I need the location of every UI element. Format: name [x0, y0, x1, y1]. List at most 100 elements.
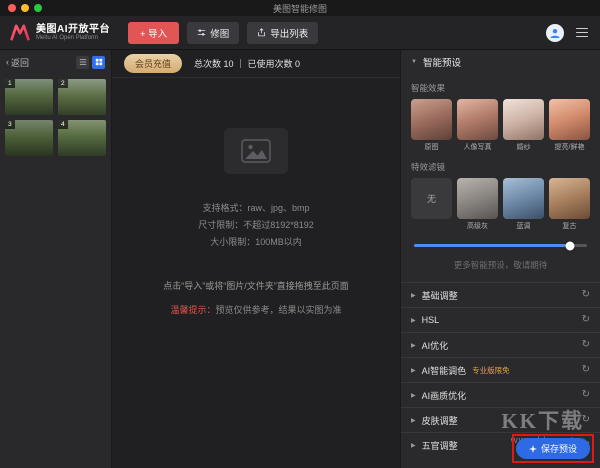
grid-view-icon — [95, 58, 102, 66]
section-label: HSL — [421, 315, 440, 325]
photo-thumbnail-4[interactable]: 4 — [58, 120, 106, 156]
edit-button-label: 修图 — [210, 28, 230, 40]
zoom-window-button[interactable] — [34, 4, 42, 12]
reset-icon[interactable]: ↻ — [582, 340, 590, 350]
right-panel: ▼ 智能预设 智能效果 原图 人像写真 婚纱 提亮/鲜艳 特效滤镜 无 高级灰 … — [400, 50, 600, 468]
more-presets-text: 更多智能预设，敬请期待 — [453, 260, 548, 270]
filter-advanced-gray-thumb — [457, 178, 498, 219]
reset-icon[interactable]: ↻ — [582, 415, 590, 425]
effect-wedding[interactable]: 婚纱 — [503, 99, 544, 152]
grid-view-toggle[interactable] — [92, 55, 105, 69]
preset-body: 智能效果 原图 人像写真 婚纱 提亮/鲜艳 特效滤镜 无 高级灰 蓝调 复古 更… — [401, 74, 600, 282]
effect-portrait[interactable]: 人像写真 — [457, 99, 498, 152]
save-preset-label: 保存预设 — [540, 444, 577, 454]
logo-title: 美图AI开放平台 — [36, 23, 110, 35]
user-avatar[interactable] — [546, 23, 564, 42]
section-skin-adjust[interactable]: ▶ 皮肤调整 ↻ — [401, 407, 600, 432]
list-view-toggle[interactable] — [76, 55, 89, 69]
back-label: 返回 — [11, 57, 30, 68]
section-smart-preset[interactable]: ▼ 智能预设 — [401, 50, 600, 74]
view-toggles — [76, 55, 105, 69]
filters-row: 无 高级灰 蓝调 复古 — [411, 178, 590, 231]
section-label: 五官调整 — [421, 440, 458, 451]
import-button[interactable]: + 导入 — [128, 21, 180, 44]
filter-retro[interactable]: 复古 — [549, 178, 590, 231]
effect-portrait-thumb — [457, 99, 498, 140]
titlebar: 美图智能修图 — [0, 0, 600, 16]
tip-text: 预览仅供参考，结果以实图为准 — [215, 305, 342, 315]
section-ai-quality[interactable]: ▶ AI画质优化 ↻ — [401, 382, 600, 407]
section-label: AI智能调色 — [421, 365, 467, 376]
filter-advanced-gray[interactable]: 高级灰 — [457, 178, 498, 231]
export-list-button[interactable]: 导出列表 — [247, 21, 319, 44]
section-label: AI优化 — [421, 340, 449, 351]
export-icon — [258, 28, 266, 37]
filter-blue-tone[interactable]: 蓝调 — [503, 178, 544, 231]
close-window-button[interactable] — [8, 4, 16, 12]
section-label: AI画质优化 — [421, 390, 467, 401]
drop-hint: 点击“导入”或将“图片/文件夹”直接拖拽至此页面 — [163, 281, 349, 291]
thumbnail-number: 3 — [5, 120, 15, 129]
effect-original[interactable]: 原图 — [411, 99, 452, 152]
thumbnail-number: 4 — [58, 120, 68, 129]
effect-brighten-thumb — [549, 99, 590, 140]
reset-icon[interactable]: ↻ — [582, 290, 590, 300]
member-recharge-button[interactable]: 会员充值 — [124, 54, 183, 73]
reset-icon[interactable]: ↻ — [582, 390, 590, 400]
photo-thumbnail-3[interactable]: 3 — [5, 120, 53, 156]
chevron-down-icon: ▼ — [411, 59, 417, 65]
spec-lines: 支持格式：raw、jpg、bmp 尺寸限制：不超过8192*8192 大小限制：… — [198, 200, 314, 251]
smart-effects-row: 原图 人像写真 婚纱 提亮/鲜艳 — [411, 99, 590, 152]
back-button[interactable]: ‹ 返回 — [6, 56, 29, 69]
effect-label: 人像写真 — [463, 144, 492, 151]
effect-brighten[interactable]: 提亮/鲜艳 — [549, 99, 590, 152]
effect-label: 婚纱 — [516, 144, 531, 151]
filter-label: 复古 — [562, 223, 577, 230]
photo-thumbnail-1[interactable]: 1 — [5, 79, 53, 115]
edit-sliders-icon — [197, 29, 206, 36]
filter-label: 蓝调 — [516, 223, 531, 230]
section-ai-optimize[interactable]: ▶ AI优化 ↻ — [401, 332, 600, 357]
section-label: 基础调整 — [421, 290, 458, 301]
reset-icon[interactable]: ↻ — [582, 315, 590, 325]
header-right — [546, 23, 590, 42]
effect-label: 提亮/鲜艳 — [554, 144, 585, 151]
image-placeholder — [224, 128, 288, 174]
photo-thumbnail-2[interactable]: 2 — [58, 79, 106, 115]
warm-tip: 温馨提示：预览仅供参考，结果以实图为准 — [170, 303, 341, 316]
main-toolbar: 会员充值 总次数 10 ｜ 已使用次数 0 — [112, 50, 400, 78]
save-preset-button[interactable]: 保存预设 — [515, 438, 590, 459]
effect-label: 原图 — [424, 144, 439, 151]
section-badge: 专业版限免 — [472, 365, 510, 375]
drop-zone[interactable]: 支持格式：raw、jpg、bmp 尺寸限制：不超过8192*8192 大小限制：… — [112, 78, 400, 468]
sparkle-icon — [528, 444, 537, 453]
filters-label: 特效滤镜 — [411, 162, 446, 172]
effect-original-thumb — [411, 99, 452, 140]
left-panel: ‹ 返回 1 2 3 4 — [0, 50, 112, 468]
section-label: 皮肤调整 — [421, 415, 458, 426]
reset-icon[interactable]: ↻ — [582, 365, 590, 375]
effect-wedding-thumb — [503, 99, 544, 140]
chevron-right-icon: ▶ — [411, 417, 416, 424]
window-title: 美图智能修图 — [272, 3, 327, 14]
chevron-right-icon: ▶ — [411, 317, 416, 324]
section-basic-adjust[interactable]: ▶ 基础调整 ↻ — [401, 282, 600, 307]
minimize-window-button[interactable] — [21, 4, 29, 12]
filter-blue-tone-thumb — [503, 178, 544, 219]
header-buttons: + 导入 修图 导出列表 — [128, 21, 319, 44]
intensity-slider[interactable] — [414, 241, 587, 250]
section-ai-color[interactable]: ▶ AI智能调色 专业版限免 ↻ — [401, 357, 600, 382]
usage-counter: 总次数 10 ｜ 已使用次数 0 — [194, 59, 301, 69]
menu-icon[interactable] — [574, 26, 590, 40]
chevron-right-icon: ▶ — [411, 342, 416, 349]
section-hsl[interactable]: ▶ HSL ↻ — [401, 307, 600, 332]
export-button-label: 导出列表 — [270, 28, 309, 40]
format-line: 支持格式：raw、jpg、bmp — [202, 203, 310, 213]
edit-button[interactable]: 修图 — [187, 21, 240, 44]
filter-retro-thumb — [549, 178, 590, 219]
filter-none[interactable]: 无 — [411, 178, 452, 231]
content: ‹ 返回 1 2 3 4 会员充值 总次数 10 ｜ 已使用次数 0 支持格式：… — [0, 50, 600, 468]
chevron-right-icon: ▶ — [411, 392, 416, 399]
left-panel-toolbar: ‹ 返回 — [0, 50, 111, 74]
slider-knob[interactable] — [565, 241, 575, 250]
